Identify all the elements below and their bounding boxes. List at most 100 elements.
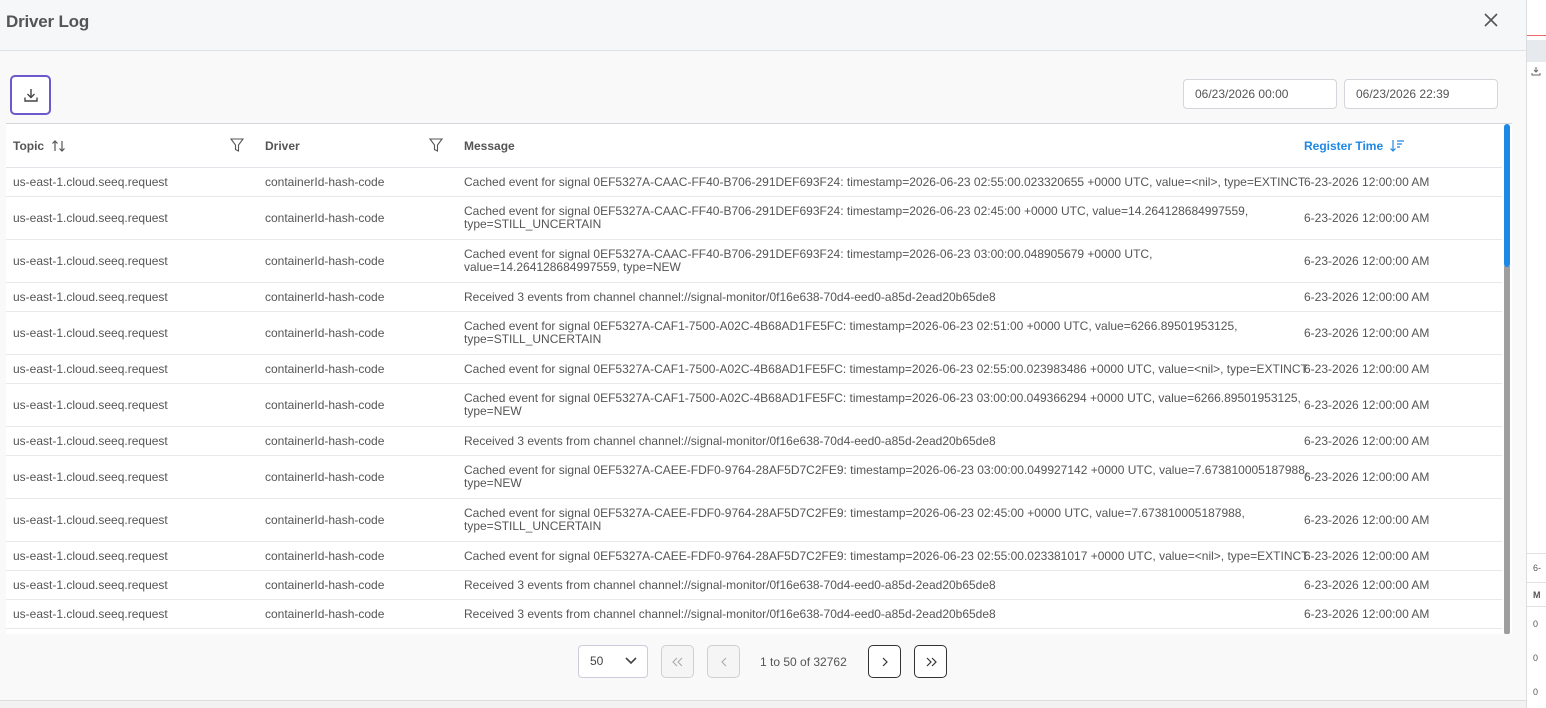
download-button[interactable] (10, 75, 51, 115)
column-label: Driver (265, 139, 300, 153)
column-header-topic[interactable]: Topic (13, 124, 67, 168)
background-divider (1527, 553, 1546, 554)
table-row[interactable]: us-east-1.cloud.seeq.request containerId-… (6, 240, 1502, 283)
message-cell: Cached event for signal 0EF5327A-CAEE-FD… (464, 463, 1309, 490)
table-row[interactable]: us-east-1.cloud.seeq.request containerId-… (6, 427, 1502, 456)
table-row[interactable]: us-east-1.cloud.seeq.request containerId-… (6, 499, 1502, 542)
table-row[interactable]: us-east-1.cloud.seeq.request containerId-… (6, 312, 1502, 355)
background-footer (0, 700, 1526, 708)
driver-log-modal: Driver Log Topic Driver Message R (0, 0, 1526, 700)
double-chevron-left-icon (671, 657, 682, 666)
message-cell: Cached event for signal 0EF5327A-CAEE-FD… (464, 506, 1245, 533)
background-label: 0 (1533, 619, 1539, 629)
topic-cell: us-east-1.cloud.seeq.request (13, 290, 168, 304)
previous-page-button[interactable] (707, 645, 740, 678)
filter-icon[interactable] (230, 137, 244, 153)
modal-header: Driver Log (0, 0, 1526, 51)
modal-title: Driver Log (6, 12, 90, 31)
end-date-input[interactable] (1344, 79, 1498, 109)
driver-cell: containerId-hash-code (265, 290, 385, 304)
first-page-button[interactable] (661, 645, 694, 678)
register-time-cell: 6-23-2026 12:00:00 AM (1304, 398, 1430, 412)
driver-cell: containerId-hash-code (265, 607, 385, 621)
scrollbar-thumb[interactable] (1504, 124, 1510, 267)
close-button[interactable] (1480, 9, 1502, 31)
background-divider (1527, 606, 1546, 607)
filter-icon[interactable] (429, 137, 443, 153)
driver-cell: containerId-hash-code (265, 254, 385, 268)
start-date-input[interactable] (1183, 79, 1337, 109)
chevron-down-icon (625, 657, 637, 665)
topic-cell: us-east-1.cloud.seeq.request (13, 254, 168, 268)
page-size-select[interactable]: 50 (578, 645, 648, 678)
topic-cell: us-east-1.cloud.seeq.request (13, 211, 168, 225)
double-chevron-right-icon (926, 657, 937, 666)
message-cell: Received 3 events from channel channel:/… (464, 577, 996, 592)
topic-cell: us-east-1.cloud.seeq.request (13, 578, 168, 592)
table-row[interactable]: us-east-1.cloud.seeq.request containerId-… (6, 283, 1502, 312)
close-icon (1484, 13, 1498, 27)
column-label: Topic (13, 139, 45, 153)
table-row[interactable]: us-east-1.cloud.seeq.request containerId-… (6, 384, 1502, 427)
background-divider (1527, 582, 1546, 583)
background-download-icon (1531, 66, 1541, 79)
chevron-right-icon (882, 657, 888, 666)
column-header-register-time[interactable]: Register Time (1304, 124, 1405, 168)
message-cell: Received 3 events from channel channel:/… (464, 433, 996, 448)
column-header-message[interactable]: Message (464, 124, 515, 168)
register-time-cell: 6-23-2026 12:00:00 AM (1304, 254, 1430, 268)
message-cell: Cached event for signal 0EF5327A-CAAC-FF… (464, 247, 1153, 274)
topic-cell: us-east-1.cloud.seeq.request (13, 549, 168, 563)
topic-cell: us-east-1.cloud.seeq.request (13, 398, 168, 412)
background-strip (1527, 0, 1546, 36)
message-cell: Cached event for signal 0EF5327A-CAF1-75… (464, 361, 1308, 376)
table-row[interactable]: us-east-1.cloud.seeq.request containerId-… (6, 542, 1502, 571)
driver-cell: containerId-hash-code (265, 398, 385, 412)
download-icon (23, 89, 38, 102)
background-label: M (1533, 590, 1541, 600)
table-row[interactable]: us-east-1.cloud.seeq.request containerId-… (6, 197, 1502, 240)
register-time-cell: 6-23-2026 12:00:00 AM (1304, 549, 1430, 563)
message-cell: Cached event for signal 0EF5327A-CAF1-75… (464, 319, 1238, 346)
table-row[interactable]: us-east-1.cloud.seeq.request containerId-… (6, 168, 1502, 197)
background-toolbar (1527, 40, 1546, 62)
register-time-cell: 6-23-2026 12:00:00 AM (1304, 513, 1430, 527)
pagination-summary: 1 to 50 of 32762 (760, 655, 847, 669)
sort-updown-icon[interactable] (51, 138, 67, 154)
last-page-button[interactable] (914, 645, 947, 678)
table-row[interactable]: us-east-1.cloud.seeq.request containerId-… (6, 571, 1502, 600)
chevron-left-icon (720, 657, 726, 666)
message-cell: Received 3 events from channel channel:/… (464, 289, 996, 304)
column-header-driver[interactable]: Driver (265, 124, 300, 168)
driver-cell: containerId-hash-code (265, 326, 385, 340)
topic-cell: us-east-1.cloud.seeq.request (13, 362, 168, 376)
table-header: Topic Driver Message Register Time (6, 124, 1512, 168)
register-time-cell: 6-23-2026 12:00:00 AM (1304, 362, 1430, 376)
driver-cell: containerId-hash-code (265, 549, 385, 563)
driver-cell: containerId-hash-code (265, 434, 385, 448)
background-label: 6- (1533, 563, 1542, 573)
column-label: Message (464, 139, 515, 153)
message-cell: Received 3 events from channel channel:/… (464, 606, 996, 621)
register-time-cell: 6-23-2026 12:00:00 AM (1304, 175, 1430, 189)
table-row[interactable]: us-east-1.cloud.seeq.request containerId-… (6, 355, 1502, 384)
driver-cell: containerId-hash-code (265, 175, 385, 189)
background-label: 0 (1533, 687, 1539, 697)
register-time-cell: 6-23-2026 12:00:00 AM (1304, 290, 1430, 304)
scrollbar-rail (1504, 264, 1510, 634)
driver-cell: containerId-hash-code (265, 513, 385, 527)
sort-descending-icon[interactable] (1389, 138, 1405, 154)
topic-cell: us-east-1.cloud.seeq.request (13, 326, 168, 340)
table-row[interactable]: us-east-1.cloud.seeq.request containerId-… (6, 456, 1502, 499)
message-cell: Cached event for signal 0EF5327A-CAAC-FF… (464, 174, 1306, 189)
next-page-button[interactable] (868, 645, 901, 678)
table-row[interactable]: us-east-1.cloud.seeq.request containerId-… (6, 600, 1502, 629)
background-app-panel: 6- M 0 0 0 (1526, 0, 1546, 708)
message-cell: Cached event for signal 0EF5327A-CAAC-FF… (464, 204, 1249, 231)
log-table: Topic Driver Message Register Time us-ea… (6, 123, 1512, 634)
topic-cell: us-east-1.cloud.seeq.request (13, 470, 168, 484)
background-label: 0 (1533, 653, 1539, 663)
table-body: us-east-1.cloud.seeq.request containerId-… (6, 168, 1502, 629)
topic-cell: us-east-1.cloud.seeq.request (13, 434, 168, 448)
topic-cell: us-east-1.cloud.seeq.request (13, 607, 168, 621)
